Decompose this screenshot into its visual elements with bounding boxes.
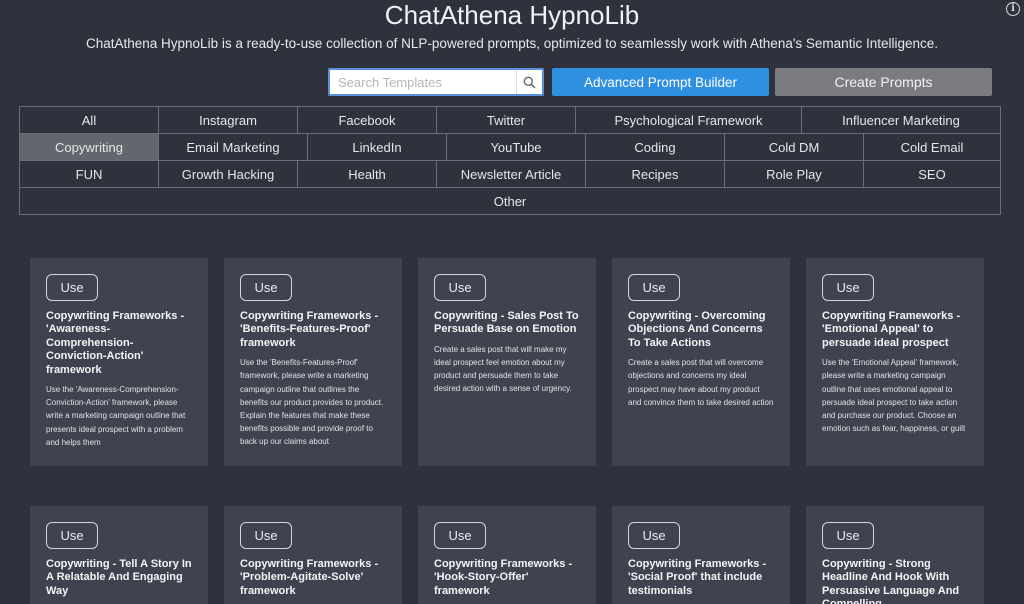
create-prompts-button[interactable]: Create Prompts [775,68,992,96]
category-twitter[interactable]: Twitter [436,106,576,134]
card-description: Use the 'Benefits-Features-Proof' framew… [240,358,384,447]
card-description: Use the 'Emotional Appeal' framework, pl… [822,358,966,434]
template-card[interactable]: Use Copywriting Frameworks - 'Hook-Story… [418,506,596,604]
page-title: ChatAthena HypnoLib [384,0,640,30]
template-card[interactable]: Use Copywriting - Sales Post To Persuade… [418,258,596,466]
category-copywriting[interactable]: Copywriting [19,133,159,161]
category-growth-hacking[interactable]: Growth Hacking [158,160,298,188]
category-seo[interactable]: SEO [863,160,1001,188]
template-card[interactable]: Use Copywriting Frameworks - 'Social Pro… [612,506,790,604]
template-card[interactable]: Use Copywriting Frameworks - 'Benefits-F… [224,258,402,466]
search-button[interactable] [516,70,542,94]
card-title: Copywriting - Sales Post To Persuade Bas… [434,310,579,336]
category-newsletter-article[interactable]: Newsletter Article [436,160,586,188]
category-health[interactable]: Health [297,160,437,188]
category-grid: All Instagram Facebook Twitter Psycholog… [19,106,1002,215]
category-fun[interactable]: FUN [19,160,159,188]
search-box [328,68,544,96]
template-card-row: Use Copywriting - Tell A Story In A Rela… [30,506,1000,604]
card-title: Copywriting - Strong Headline And Hook W… [822,558,960,604]
category-all[interactable]: All [19,106,159,134]
category-facebook[interactable]: Facebook [297,106,437,134]
use-button[interactable]: Use [628,274,680,301]
search-input[interactable] [330,70,516,94]
category-recipes[interactable]: Recipes [585,160,725,188]
search-icon [523,76,536,89]
template-card[interactable]: Use Copywriting - Strong Headline And Ho… [806,506,984,604]
use-button[interactable]: Use [628,522,680,549]
card-title: Copywriting - Overcoming Objections And … [628,310,766,349]
use-button[interactable]: Use [240,274,292,301]
template-card-row: Use Copywriting Frameworks - 'Awareness-… [30,258,1000,466]
advanced-prompt-builder-button[interactable]: Advanced Prompt Builder [552,68,769,96]
card-description: Use the 'Awareness-Comprehension-Convict… [46,385,186,447]
category-row: FUN Growth Hacking Health Newsletter Art… [19,160,1002,188]
category-row: All Instagram Facebook Twitter Psycholog… [19,106,1002,134]
use-button[interactable]: Use [434,522,486,549]
template-card[interactable]: Use Copywriting Frameworks - 'Awareness-… [30,258,208,466]
card-title: Copywriting Frameworks - 'Problem-Agitat… [240,558,379,597]
use-button[interactable]: Use [46,274,98,301]
card-description: Create a sales post that will make my id… [434,344,572,394]
category-youtube[interactable]: YouTube [446,133,586,161]
use-button[interactable]: Use [46,522,98,549]
category-role-play[interactable]: Role Play [724,160,864,188]
use-button[interactable]: Use [240,522,292,549]
card-title: Copywriting Frameworks - 'Benefits-Featu… [240,310,379,349]
template-card[interactable]: Use Copywriting - Overcoming Objections … [612,258,790,466]
card-title: Copywriting Frameworks - 'Awareness-Comp… [46,310,185,376]
use-button[interactable]: Use [434,274,486,301]
category-linkedin[interactable]: LinkedIn [307,133,447,161]
card-title: Copywriting Frameworks - 'Emotional Appe… [822,310,961,349]
category-influencer-marketing[interactable]: Influencer Marketing [801,106,1001,134]
category-row: Copywriting Email Marketing LinkedIn You… [19,133,1002,161]
category-coding[interactable]: Coding [585,133,725,161]
card-description: Create a sales post that will overcome o… [628,358,774,407]
use-button[interactable]: Use [822,522,874,549]
card-title: Copywriting Frameworks - 'Social Proof' … [628,558,767,597]
card-title: Copywriting Frameworks - 'Hook-Story-Off… [434,558,573,597]
category-instagram[interactable]: Instagram [158,106,298,134]
category-cold-dm[interactable]: Cold DM [724,133,864,161]
category-psychological-framework[interactable]: Psychological Framework [575,106,802,134]
category-cold-email[interactable]: Cold Email [863,133,1001,161]
use-button[interactable]: Use [822,274,874,301]
category-row: Other [19,187,1002,215]
category-email-marketing[interactable]: Email Marketing [158,133,308,161]
template-card[interactable]: Use Copywriting Frameworks - 'Problem-Ag… [224,506,402,604]
category-other[interactable]: Other [19,187,1001,215]
template-card[interactable]: Use Copywriting Frameworks - 'Emotional … [806,258,984,466]
card-title: Copywriting - Tell A Story In A Relatabl… [46,558,192,597]
page-subtitle: ChatAthena HypnoLib is a ready-to-use co… [85,36,938,51]
template-card[interactable]: Use Copywriting - Tell A Story In A Rela… [30,506,208,604]
